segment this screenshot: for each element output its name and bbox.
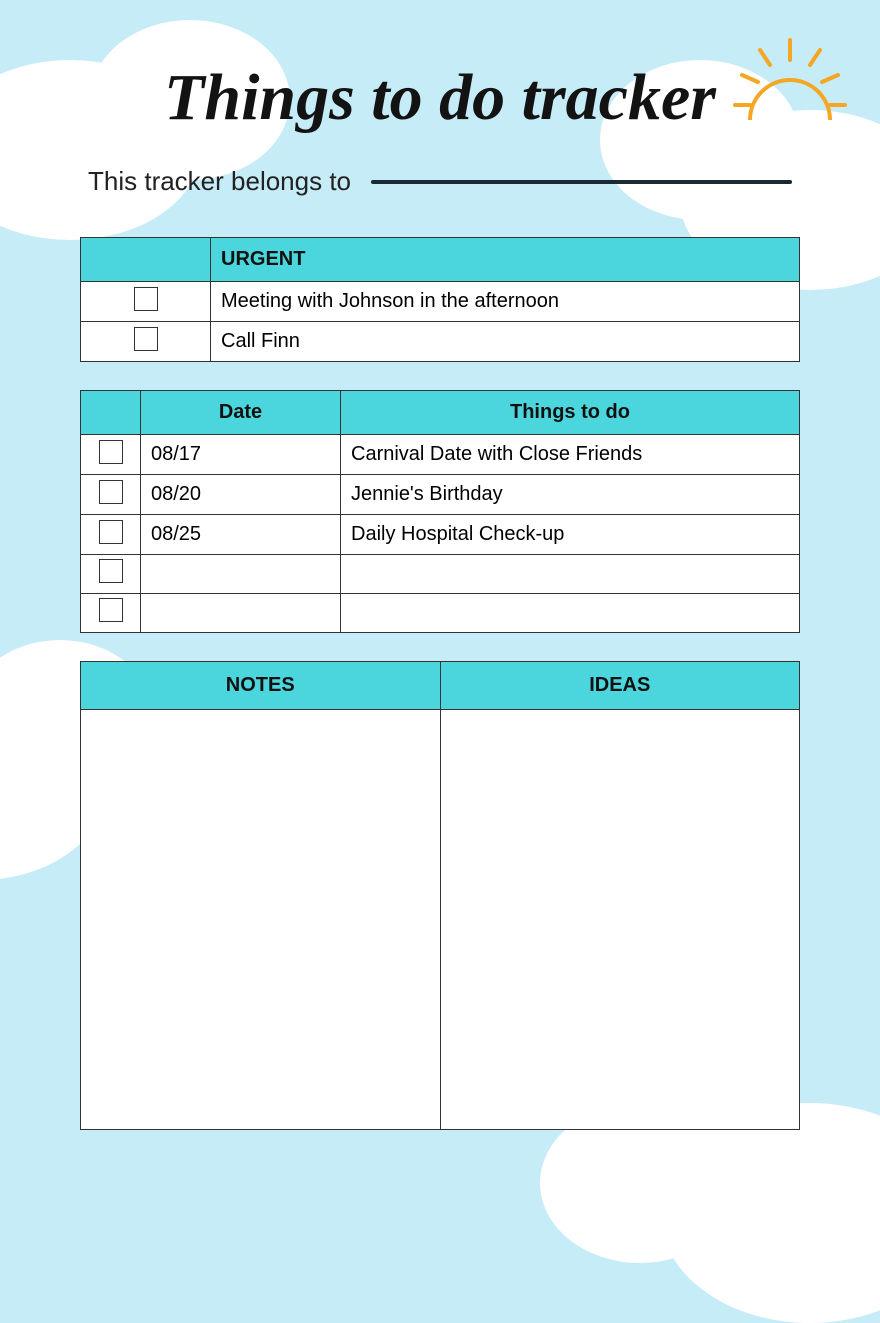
table-row: 08/20 Jennie's Birthday [81, 475, 800, 515]
ideas-cell[interactable] [440, 710, 800, 1130]
owner-input-line[interactable] [371, 180, 792, 184]
checkbox[interactable] [99, 598, 123, 622]
todo-date: 08/17 [141, 435, 341, 475]
urgent-check-header [81, 238, 211, 282]
todo-date-header: Date [141, 391, 341, 435]
table-row: Meeting with Johnson in the afternoon [81, 282, 800, 322]
checkbox[interactable] [99, 480, 123, 504]
table-row [81, 555, 800, 594]
checkbox[interactable] [99, 559, 123, 583]
page-title: Things to do tracker [80, 60, 800, 136]
urgent-table: URGENT Meeting with Johnson in the after… [80, 237, 800, 362]
todo-date [141, 555, 341, 594]
ideas-header: IDEAS [440, 662, 800, 710]
checkbox[interactable] [99, 520, 123, 544]
todo-task: Jennie's Birthday [341, 475, 800, 515]
todo-date: 08/20 [141, 475, 341, 515]
owner-label: This tracker belongs to [88, 166, 351, 197]
table-row: 08/25 Daily Hospital Check-up [81, 515, 800, 555]
table-row: 08/17 Carnival Date with Close Friends [81, 435, 800, 475]
todo-table: Date Things to do 08/17 Carnival Date wi… [80, 390, 800, 633]
urgent-header: URGENT [211, 238, 800, 282]
todo-check-header [81, 391, 141, 435]
todo-date [141, 594, 341, 633]
notes-ideas-table: NOTES IDEAS [80, 661, 800, 1130]
todo-task [341, 594, 800, 633]
urgent-item-text: Call Finn [211, 322, 800, 362]
todo-task: Daily Hospital Check-up [341, 515, 800, 555]
todo-date: 08/25 [141, 515, 341, 555]
checkbox[interactable] [134, 287, 158, 311]
checkbox[interactable] [134, 327, 158, 351]
checkbox[interactable] [99, 440, 123, 464]
todo-task [341, 555, 800, 594]
table-row [81, 594, 800, 633]
notes-header: NOTES [81, 662, 441, 710]
table-row: Call Finn [81, 322, 800, 362]
urgent-item-text: Meeting with Johnson in the afternoon [211, 282, 800, 322]
todo-task: Carnival Date with Close Friends [341, 435, 800, 475]
owner-row: This tracker belongs to [80, 166, 800, 197]
todo-things-header: Things to do [341, 391, 800, 435]
notes-cell[interactable] [81, 710, 441, 1130]
